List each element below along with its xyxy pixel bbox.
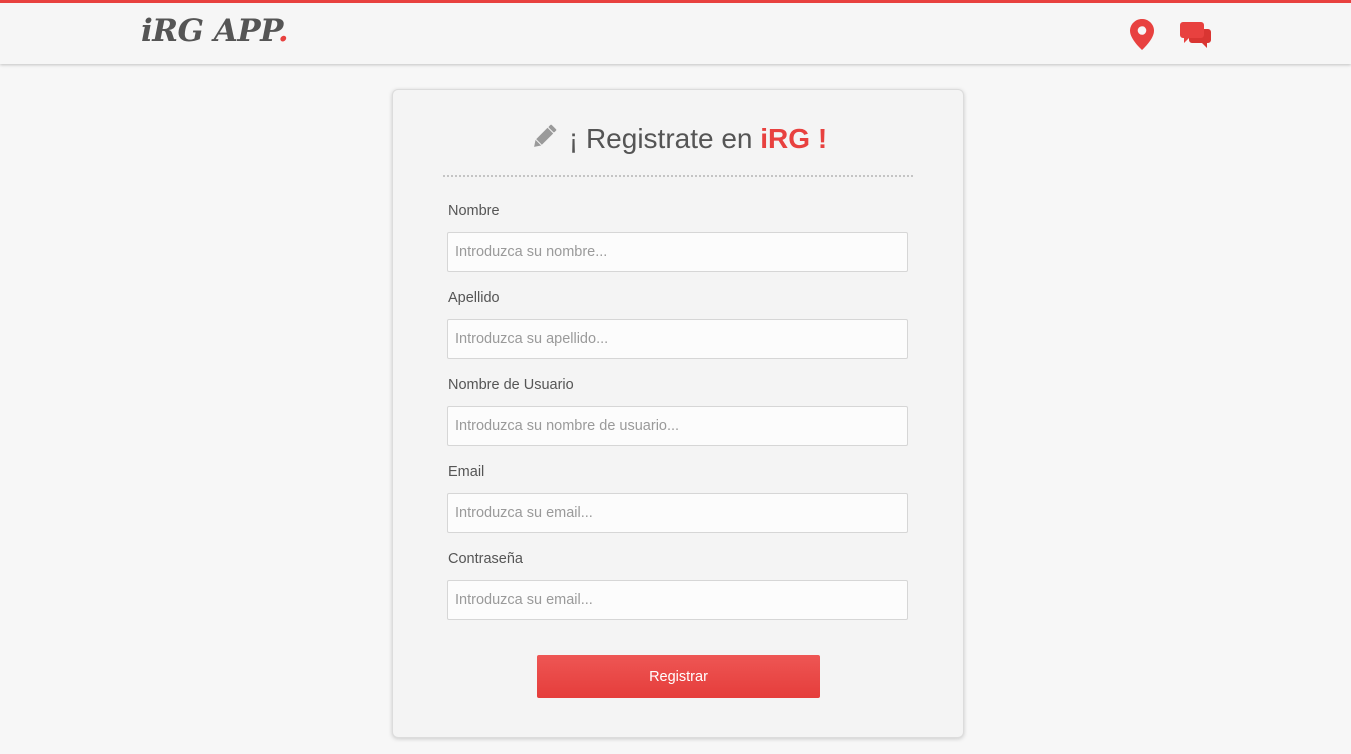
registration-form-card: ¡ Registrate en iRG ! Nombre Apellido No… — [392, 89, 964, 738]
logo-dot: . — [277, 13, 289, 49]
form-title-text: ¡ Registrate en — [568, 123, 761, 154]
form-title-brand: iRG ! — [760, 123, 828, 154]
email-label: Email — [448, 464, 485, 480]
title-divider — [443, 175, 913, 177]
form-title: ¡ Registrate en iRG ! — [393, 122, 963, 159]
chat-bubbles-icon[interactable] — [1180, 22, 1212, 54]
logo-text: iRG APP — [141, 13, 278, 49]
username-input[interactable] — [447, 406, 908, 446]
map-marker-icon[interactable] — [1130, 19, 1154, 54]
password-input[interactable] — [447, 580, 908, 620]
nombre-input[interactable] — [447, 232, 908, 272]
email-input[interactable] — [447, 493, 908, 533]
password-label: Contraseña — [448, 551, 523, 567]
app-logo[interactable]: iRG APP. — [141, 13, 289, 49]
apellido-input[interactable] — [447, 319, 908, 359]
top-navbar: iRG APP. — [0, 0, 1351, 64]
register-button[interactable]: Registrar — [537, 655, 820, 698]
pencil-icon — [529, 122, 559, 159]
nombre-label: Nombre — [448, 203, 500, 219]
apellido-label: Apellido — [448, 290, 500, 306]
username-label: Nombre de Usuario — [448, 377, 574, 393]
